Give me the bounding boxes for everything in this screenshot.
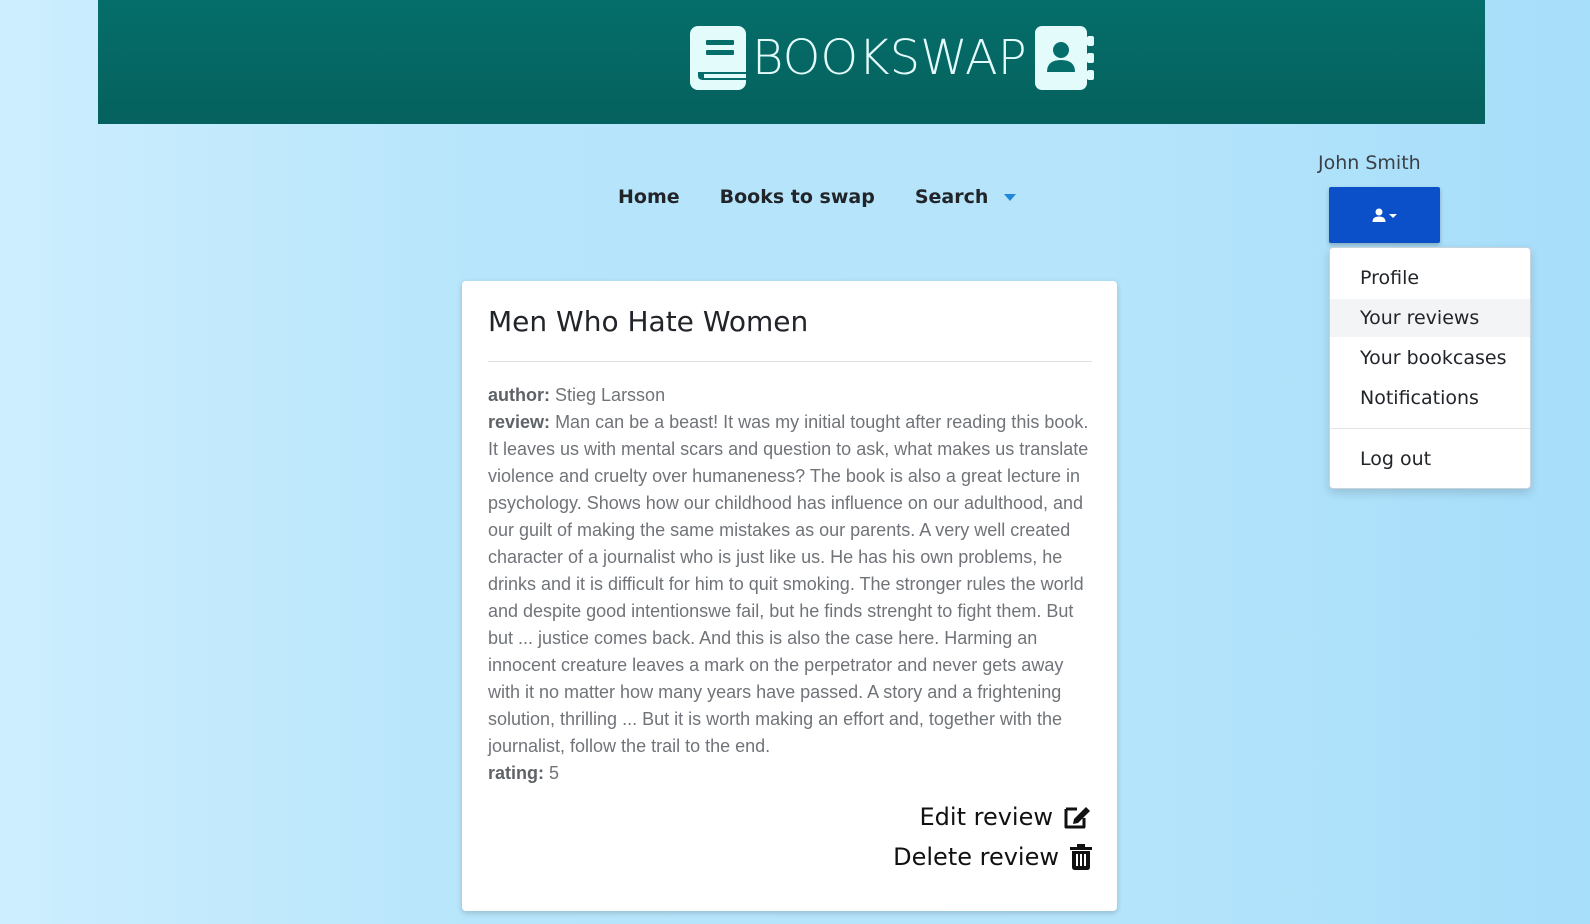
menu-item-your-reviews[interactable]: Your reviews [1330,299,1530,337]
edit-review-button[interactable]: Edit review [893,797,1093,837]
edit-review-label: Edit review [919,803,1053,831]
author-label: author: [488,385,550,405]
author-line: author: Stieg Larsson [488,382,1100,409]
user-menu-button[interactable] [1329,187,1440,243]
delete-review-label: Delete review [893,843,1059,871]
chevron-down-icon [1004,193,1017,201]
edit-icon [1063,804,1093,830]
book-title: Men Who Hate Women [488,305,809,338]
book-icon [688,24,748,92]
review-label: review: [488,412,551,432]
address-book-icon [1033,24,1095,92]
menu-item-your-bookcases[interactable]: Your bookcases [1330,339,1530,377]
review-line: review: Man can be a beast! It was my in… [488,409,1100,760]
author-value: Stieg Larsson [555,385,666,405]
user-dropdown-menu: Profile Your reviews Your bookcases Noti… [1329,247,1531,489]
menu-item-log-out[interactable]: Log out [1330,440,1530,478]
nav-books-to-swap[interactable]: Books to swap [700,186,895,208]
review-card: Men Who Hate Women author: Stieg Larsson… [462,281,1117,911]
nav-search-label: Search [914,186,989,208]
menu-divider [1330,428,1530,429]
user-icon [1372,208,1386,222]
menu-item-notifications[interactable]: Notifications [1330,379,1530,417]
review-actions: Edit review Delete review [893,797,1093,877]
delete-review-button[interactable]: Delete review [893,837,1093,877]
rating-line: rating: 5 [488,760,1100,787]
main-nav: Home Books to swap Search [598,186,1036,208]
brand-logo[interactable]: BOOKSWAP [688,24,1095,92]
rating-label: rating: [488,763,544,783]
caret-down-icon [1389,214,1397,218]
brand-name: BOOKSWAP [752,30,1027,86]
rating-value: 5 [549,763,560,783]
user-name: John Smith [1318,152,1421,174]
nav-search[interactable]: Search [895,186,1037,208]
nav-home[interactable]: Home [598,186,700,208]
title-divider [488,361,1092,362]
review-text: Man can be a beast! It was my initial to… [488,412,1089,756]
menu-item-profile[interactable]: Profile [1330,259,1530,297]
review-details: author: Stieg Larsson review: Man can be… [488,382,1100,787]
trash-icon [1069,843,1093,871]
header-banner: BOOKSWAP [98,0,1485,124]
